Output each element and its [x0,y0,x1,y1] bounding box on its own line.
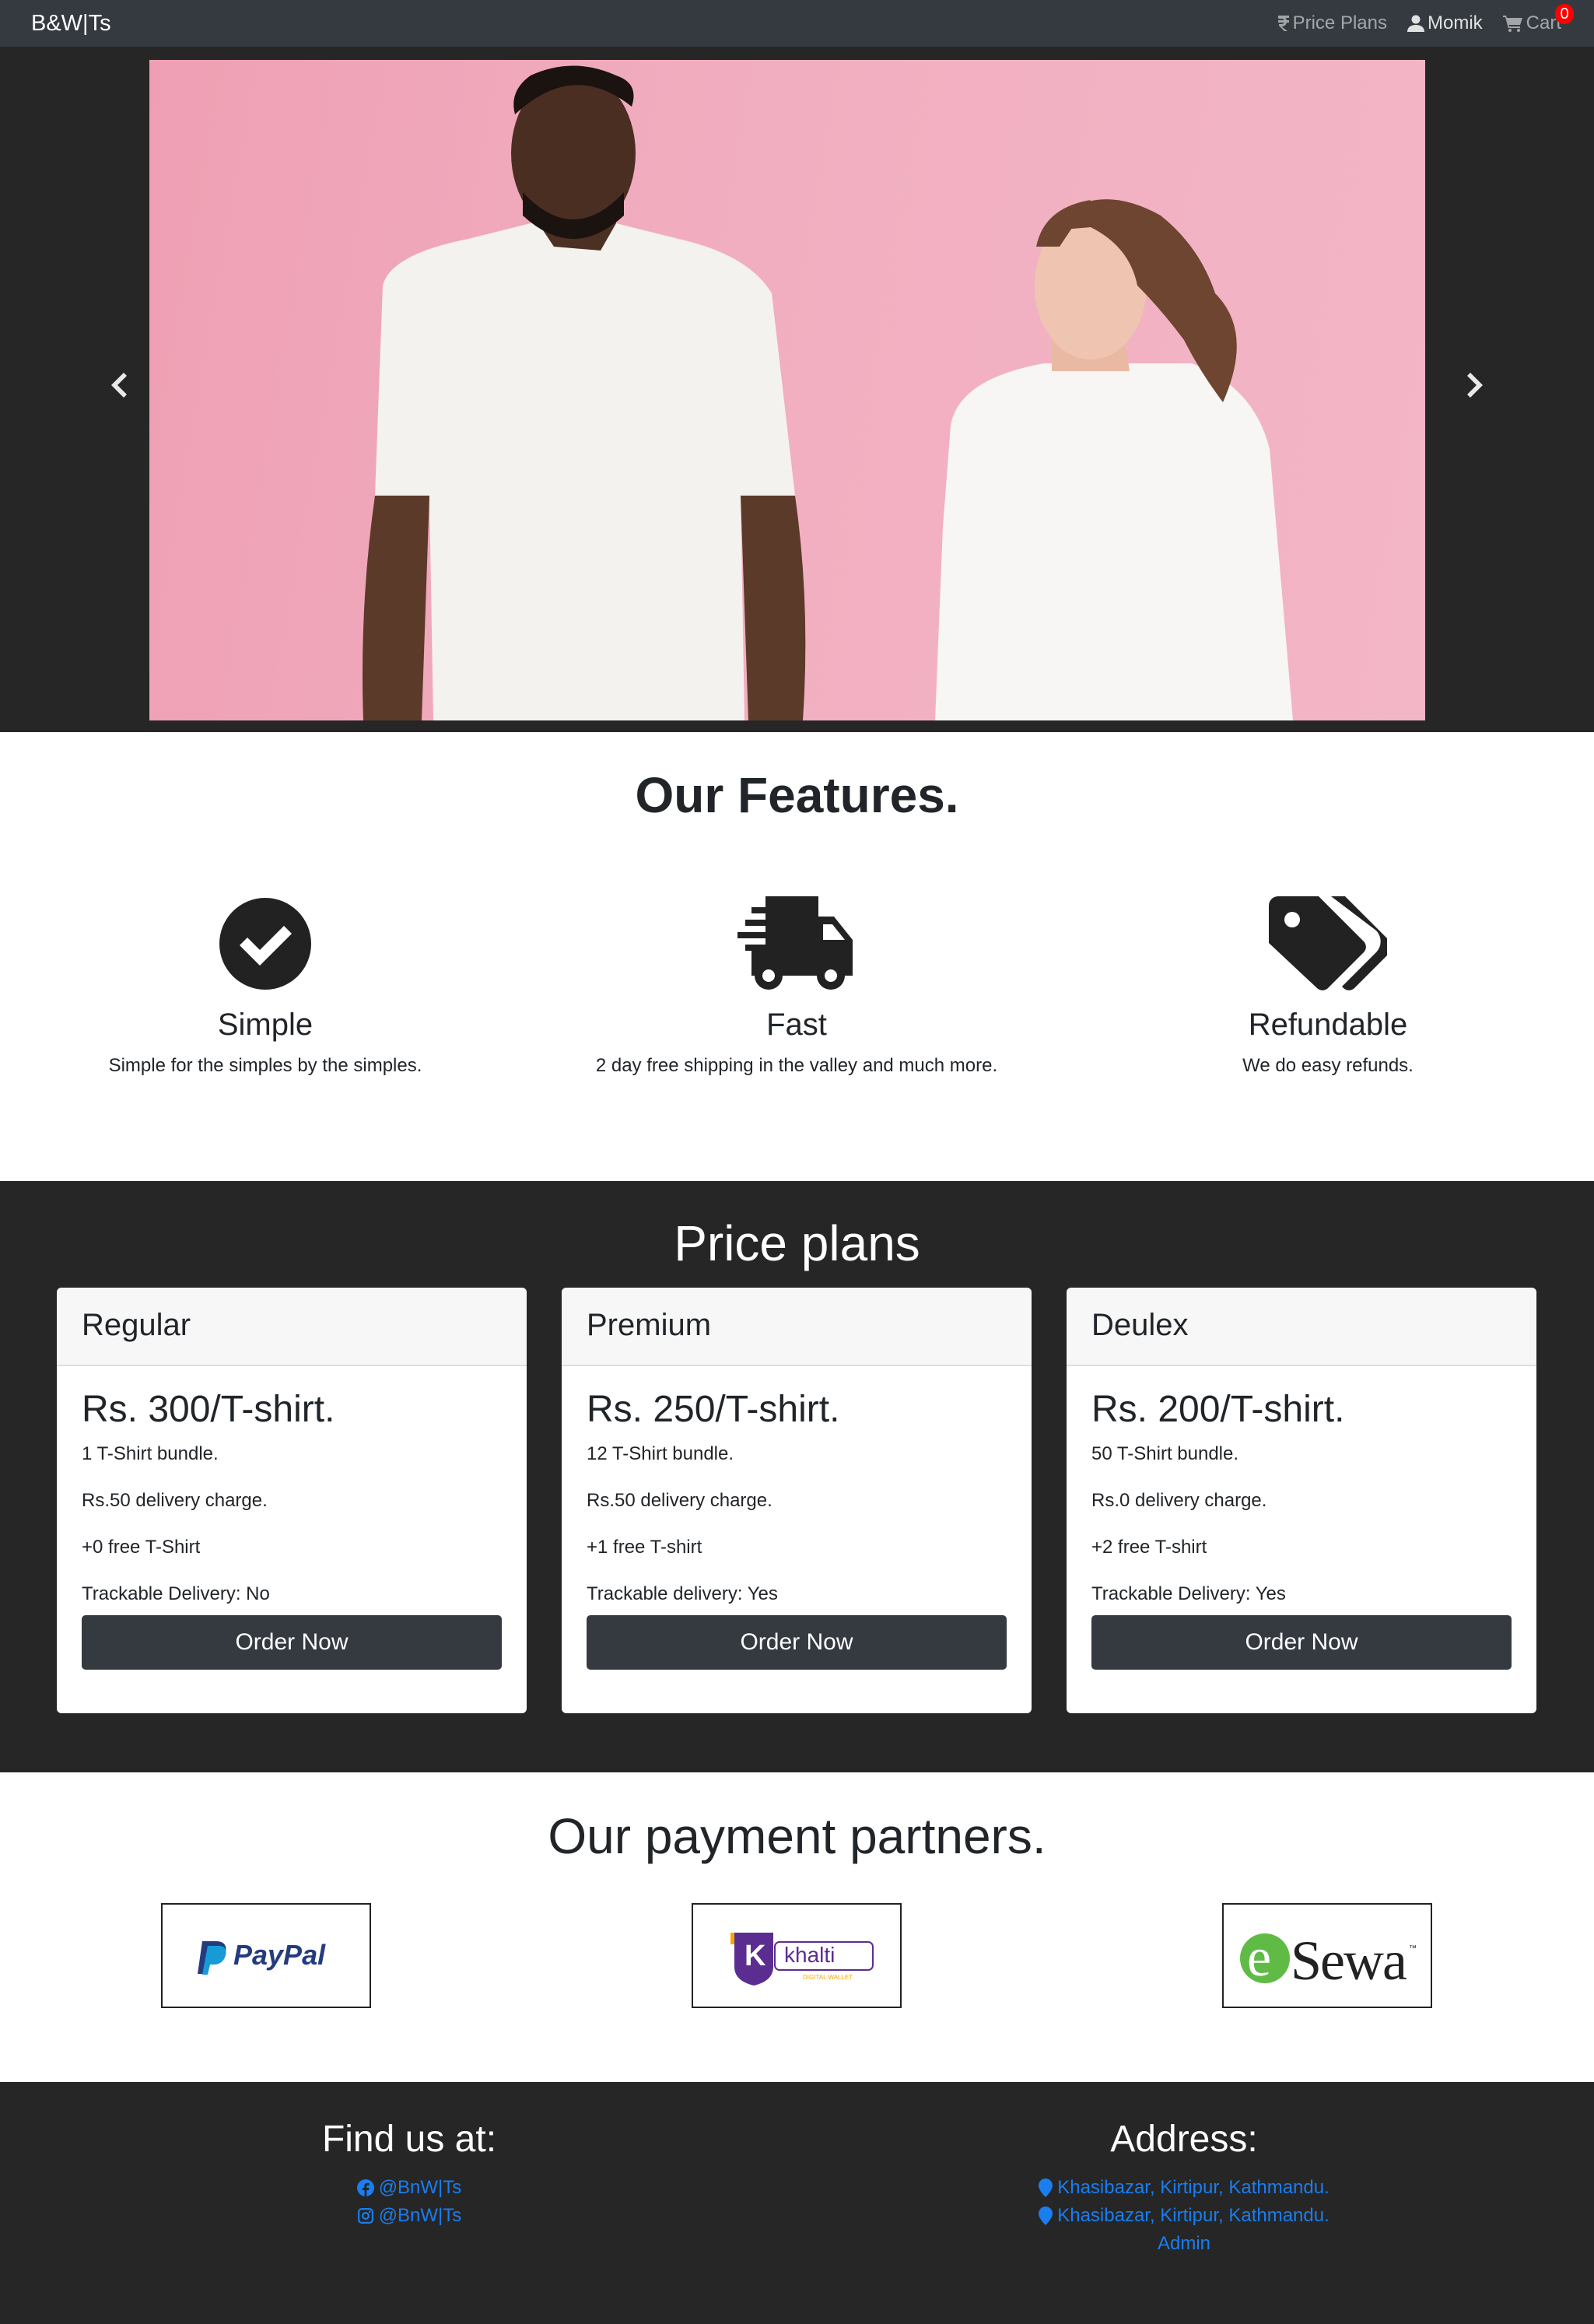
partner-esewa-logo: e Sewa ™ [1222,1903,1432,2008]
plan-trackable: Trackable Delivery: Yes [1091,1583,1286,1604]
instagram-link[interactable]: @BnW|Ts [11,2202,808,2230]
footer-address: Address: Khasibazar, Kirtipur, Kathmandu… [786,2116,1582,2258]
map-marker-icon [1039,2179,1053,2197]
plan-name: Premium [562,1288,1032,1366]
svg-text:K: K [744,1940,766,1972]
user-icon [1407,15,1424,32]
plan-price: Rs. 200/T-shirt. [1091,1389,1345,1430]
feature-fast-title: Fast [766,1008,827,1042]
plan-delivery: Rs.50 delivery charge. [82,1490,268,1511]
plan-card-regular: Regular Rs. 300/T-shirt. 1 T-Shirt bundl… [57,1288,527,1713]
admin-link[interactable]: Admin [786,2230,1582,2258]
address-text-2: Khasibazar, Kirtipur, Kathmandu. [1057,2205,1330,2226]
feature-refundable-desc: We do easy refunds. [1242,1055,1414,1076]
nav-links: Price Plans Momik Cart 0 [1277,0,1574,47]
chevron-left-icon [111,373,127,398]
feature-simple-title: Simple [217,1008,314,1042]
cart-icon [1502,16,1522,32]
address-link-2[interactable]: Khasibazar, Kirtipur, Kathmandu. [786,2202,1582,2230]
carousel-prev-button[interactable] [103,362,135,408]
feature-refundable-title: Refundable [1248,1008,1408,1042]
nav-user[interactable]: Momik [1407,12,1483,35]
order-now-button-regular[interactable]: Order Now [82,1615,502,1670]
plan-bundle: 1 T-Shirt bundle. [82,1443,219,1464]
navbar: B&W|Ts Price Plans Momik Cart 0 [0,0,1594,47]
svg-text:DIGITAL WALLET: DIGITAL WALLET [803,1974,853,1981]
plan-card-deulex: Deulex Rs. 200/T-shirt. 50 T-Shirt bundl… [1067,1288,1536,1713]
plan-card-premium: Premium Rs. 250/T-shirt. 12 T-Shirt bund… [562,1288,1032,1713]
rupee-icon [1277,16,1289,31]
nav-user-label: Momik [1427,12,1483,33]
partner-paypal-logo: PayPal [161,1903,371,2008]
check-circle-icon [219,897,311,990]
pricing-title: Price plans [674,1215,920,1271]
man-figure [363,65,806,720]
pricing-section: Price plans Regular Rs. 300/T-shirt. 1 T… [0,1181,1594,1772]
woman-figure [935,199,1293,720]
footer-find-us-heading: Find us at: [321,2119,497,2160]
footer-find-us: Find us at: @BnW|Ts @BnW|Ts [11,2116,808,2230]
feature-fast-desc: 2 day free shipping in the valley and mu… [595,1055,998,1076]
partners-title: Our payment partners. [548,1808,1046,1864]
nav-cart[interactable]: Cart 0 [1502,4,1574,35]
feature-refundable: Refundable We do easy refunds. [1079,895,1577,1078]
carousel-next-button[interactable] [1459,362,1491,408]
svg-text:PayPal: PayPal [233,1939,326,1971]
cart-count-badge: 0 [1555,4,1574,24]
svg-text:™: ™ [1409,1944,1417,1953]
plan-delivery: Rs.50 delivery charge. [587,1490,772,1511]
plan-price: Rs. 250/T-shirt. [587,1389,840,1430]
tags-icon [1269,896,1387,990]
plan-price: Rs. 300/T-shirt. [82,1389,335,1430]
instagram-icon [357,2208,373,2224]
svg-text:Sewa: Sewa [1291,1930,1407,1992]
plan-bundle: 12 T-Shirt bundle. [587,1443,734,1464]
facebook-link[interactable]: @BnW|Ts [11,2174,808,2202]
plan-name: Regular [57,1288,527,1366]
hero-image [149,60,1425,720]
plan-trackable: Trackable Delivery: No [82,1583,270,1604]
address-link-1[interactable]: Khasibazar, Kirtipur, Kathmandu. [786,2174,1582,2202]
order-now-button-deulex[interactable]: Order Now [1091,1615,1512,1670]
plan-name: Deulex [1067,1288,1536,1366]
facebook-handle: @BnW|Ts [378,2177,462,2198]
nav-price-plans[interactable]: Price Plans [1277,12,1387,35]
chevron-right-icon [1467,373,1483,398]
svg-text:khalti: khalti [784,1943,835,1967]
features-title: Our Features. [635,767,959,823]
order-now-button-premium[interactable]: Order Now [587,1615,1007,1670]
instagram-handle: @BnW|Ts [378,2205,462,2226]
svg-text:e: e [1247,1928,1271,1988]
feature-fast: Fast 2 day free shipping in the valley a… [548,895,1046,1078]
partner-khalti-logo: K khalti DIGITAL WALLET [692,1903,902,2008]
plan-free: +1 free T-shirt [587,1537,702,1558]
plan-free: +2 free T-shirt [1091,1537,1207,1558]
nav-price-plans-label: Price Plans [1292,12,1387,33]
footer-address-heading: Address: [1110,2119,1258,2160]
brand-logo[interactable]: B&W|Ts [31,9,111,37]
address-text-1: Khasibazar, Kirtipur, Kathmandu. [1057,2177,1330,2198]
feature-simple-desc: Simple for the simples by the simples. [108,1055,422,1076]
plan-free: +0 free T-Shirt [82,1537,201,1558]
facebook-icon [356,2179,374,2196]
footer: Find us at: @BnW|Ts @BnW|Ts Address: Kha… [0,2082,1594,2324]
plan-bundle: 50 T-Shirt bundle. [1091,1443,1239,1464]
plan-trackable: Trackable delivery: Yes [587,1583,778,1604]
plan-delivery: Rs.0 delivery charge. [1091,1490,1267,1511]
feature-simple: Simple Simple for the simples by the sim… [16,895,514,1078]
map-marker-icon [1039,2207,1053,2225]
hero-carousel [0,47,1594,732]
truck-icon [737,896,853,990]
admin-label: Admin [1157,2233,1211,2254]
